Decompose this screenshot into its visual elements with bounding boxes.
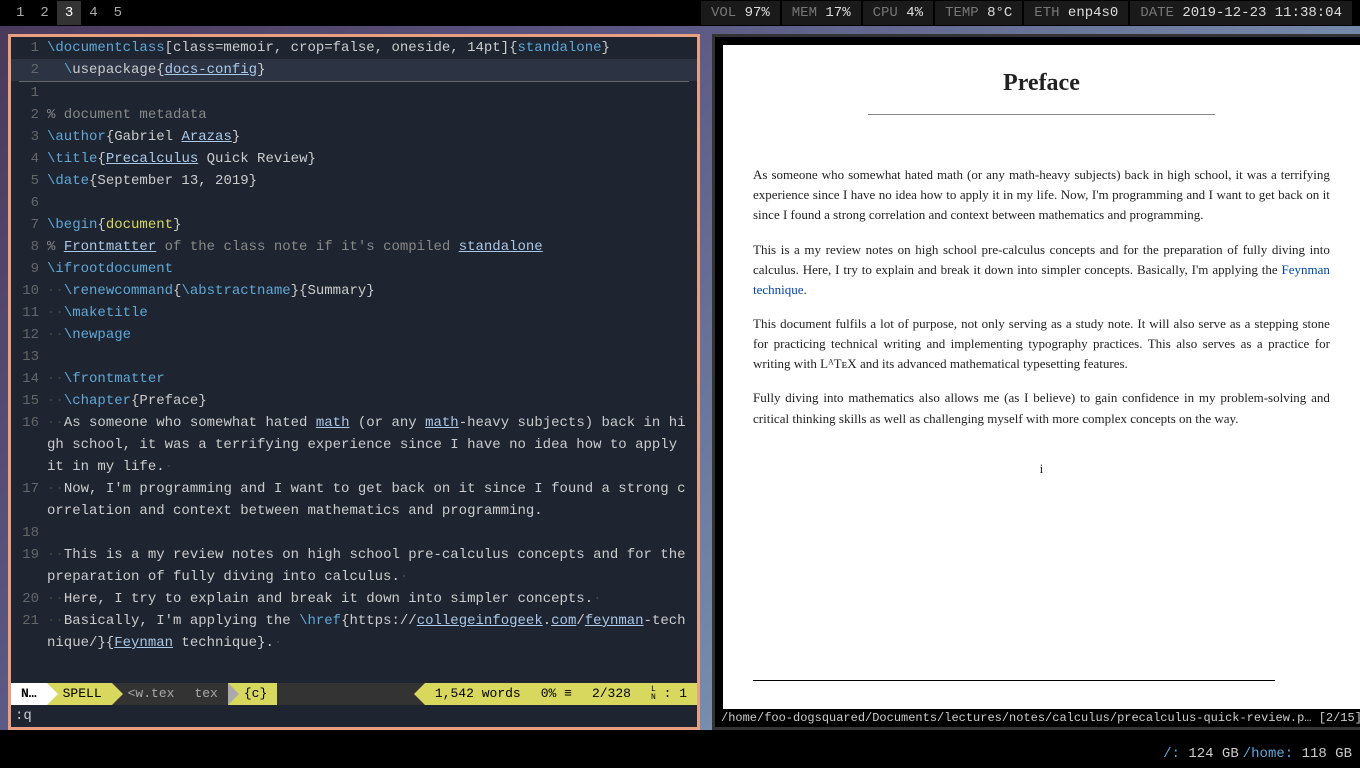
pdf-pane[interactable]: Preface As someone who somewhat hated ma… xyxy=(712,34,1360,730)
code-line[interactable]: 8% Frontmatter of the class note if it's… xyxy=(11,236,697,258)
status-position: 2/328 xyxy=(582,683,641,705)
code-line[interactable]: 17··Now, I'm programming and I want to g… xyxy=(11,478,697,522)
code-line[interactable]: 21··Basically, I'm applying the \href{ht… xyxy=(11,610,697,654)
code-line[interactable]: 5\date{September 13, 2019} xyxy=(11,170,697,192)
workspace-1[interactable]: 1 xyxy=(8,1,32,25)
workspace-4[interactable]: 4 xyxy=(81,1,105,25)
code-line[interactable]: 6 xyxy=(11,192,697,214)
status-cpu: CPU 4% xyxy=(863,1,933,25)
code-line[interactable]: 7\begin{document} xyxy=(11,214,697,236)
topbar: 1 2 3 4 5 VOL 97% MEM 17% CPU 4% TEMP 8°… xyxy=(0,0,1360,26)
pdf-bottom-rule xyxy=(753,680,1275,681)
pdf-paragraph-4: Fully diving into mathematics also allow… xyxy=(753,388,1330,428)
status-ethernet: ETH enp4s0 xyxy=(1024,1,1128,25)
code-line[interactable]: 18 xyxy=(11,522,697,544)
code-line[interactable]: 4\title{Precalculus Quick Review} xyxy=(11,148,697,170)
pdf-paragraph-3: This document fulfils a lot of purpose, … xyxy=(753,314,1330,374)
code-line[interactable]: 16··As someone who somewhat hated math (… xyxy=(11,412,697,478)
status-column: LN : 1 xyxy=(641,683,697,705)
status-percent: 0% ≡ xyxy=(531,683,582,705)
status-wordcount: 1,542 words xyxy=(425,683,531,705)
bottombar: /: 124 GB /home: 118 GB xyxy=(1163,740,1352,768)
code-line[interactable]: 11··\maketitle xyxy=(11,302,697,324)
code-line[interactable]: 14··\frontmatter xyxy=(11,368,697,390)
code-line[interactable]: 3\author{Gabriel Arazas} xyxy=(11,126,697,148)
code-line[interactable]: 1 xyxy=(11,82,697,104)
editor-content[interactable]: 1\documentclass[class=memoir, crop=false… xyxy=(11,37,697,683)
pdf-title-rule xyxy=(868,114,1214,115)
pdf-page[interactable]: Preface As someone who somewhat hated ma… xyxy=(723,45,1360,709)
disk-root: /: 124 GB xyxy=(1163,746,1239,762)
code-header-line[interactable]: 1\documentclass[class=memoir, crop=false… xyxy=(11,37,697,59)
pdf-paragraph-1: As someone who somewhat hated math (or a… xyxy=(753,165,1330,225)
pdf-statusbar: /home/foo-dogsquared/Documents/lectures/… xyxy=(715,709,1360,727)
code-current-line[interactable]: 2 \usepackage{docs-config} xyxy=(11,59,697,81)
status-temp: TEMP 8°C xyxy=(935,1,1022,25)
editor-pane[interactable]: 1\documentclass[class=memoir, crop=false… xyxy=(8,34,700,730)
pdf-paragraph-2: This is a my review notes on high school… xyxy=(753,240,1330,300)
status-mode: N… xyxy=(11,683,47,705)
statusline: N… SPELL <w.tex tex {c} 1,542 words 0% ≡… xyxy=(11,683,697,705)
pdf-title: Preface xyxy=(753,65,1330,102)
code-line[interactable]: 13 xyxy=(11,346,697,368)
code-line[interactable]: 9\ifrootdocument xyxy=(11,258,697,280)
disk-home: /home: 118 GB xyxy=(1243,746,1352,762)
status-filetype: tex xyxy=(184,683,227,705)
code-body[interactable]: 12% document metadata3\author{Gabriel Ar… xyxy=(11,82,697,654)
workspace-3[interactable]: 3 xyxy=(57,1,81,25)
code-line[interactable]: 12··\newpage xyxy=(11,324,697,346)
status-memory: MEM 17% xyxy=(782,1,861,25)
status-date: DATE 2019-12-23 11:38:04 xyxy=(1130,1,1352,25)
command-line[interactable]: :q xyxy=(11,705,697,727)
status-volume: VOL 97% xyxy=(701,1,780,25)
code-line[interactable]: 2% document metadata xyxy=(11,104,697,126)
workspace-5[interactable]: 5 xyxy=(106,1,130,25)
workspace-list: 1 2 3 4 5 xyxy=(8,1,130,25)
pdf-page-number: i xyxy=(753,459,1330,479)
code-line[interactable]: 15··\chapter{Preface} xyxy=(11,390,697,412)
workspace-2[interactable]: 2 xyxy=(32,1,56,25)
code-line[interactable]: 20··Here, I try to explain and break it … xyxy=(11,588,697,610)
code-line[interactable]: 10··\renewcommand{\abstractname}{Summary… xyxy=(11,280,697,302)
code-line[interactable]: 19··This is a my review notes on high sc… xyxy=(11,544,697,588)
main-area: 1\documentclass[class=memoir, crop=false… xyxy=(0,26,1360,730)
